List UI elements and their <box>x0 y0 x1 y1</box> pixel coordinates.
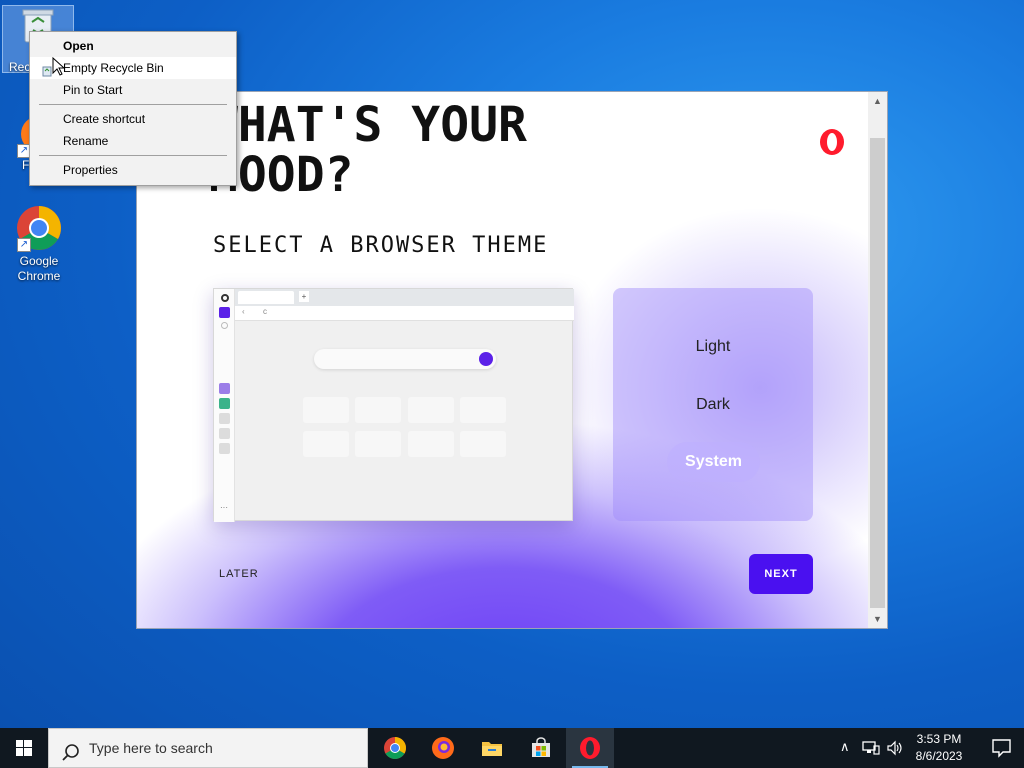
preview-speed-dial-tile <box>408 431 454 457</box>
menu-item-open[interactable]: Open <box>30 35 236 57</box>
network-icon[interactable] <box>862 740 880 756</box>
preview-back-icon: ‹ <box>242 307 245 316</box>
preview-sidebar: ··· <box>214 289 235 522</box>
preview-speed-dial-tile <box>355 397 401 423</box>
taskbar-chrome[interactable] <box>371 728 419 768</box>
preview-speed-dial-tile <box>460 397 506 423</box>
volume-icon[interactable] <box>886 740 904 756</box>
taskbar-search-box[interactable]: Type here to search <box>48 728 368 768</box>
firefox-icon <box>432 737 454 759</box>
clock-time: 3:53 PM <box>916 732 962 746</box>
opera-setup-window: WHAT'S YOUR MOOD? SELECT A BROWSER THEME… <box>136 91 888 629</box>
preview-search-button <box>479 352 493 366</box>
scroll-down-icon[interactable]: ▼ <box>868 610 887 628</box>
menu-item-create-shortcut[interactable]: Create shortcut <box>30 108 236 130</box>
scroll-up-icon[interactable]: ▲ <box>868 92 887 110</box>
microsoft-store-icon <box>532 737 550 757</box>
preview-messenger-icon <box>219 383 230 394</box>
menu-item-pin-to-start[interactable]: Pin to Start <box>30 79 236 101</box>
menu-item-label: Empty Recycle Bin <box>63 61 164 75</box>
preview-sidebar-slot <box>219 443 230 454</box>
taskbar-firefox[interactable] <box>419 728 467 768</box>
menu-item-properties[interactable]: Properties <box>30 159 236 181</box>
shortcut-arrow-icon: ↗ <box>17 238 31 252</box>
preview-speed-dial-tile <box>303 431 349 457</box>
mouse-cursor-icon <box>52 56 66 77</box>
menu-separator <box>39 155 227 156</box>
page-subtitle: SELECT A BROWSER THEME <box>213 233 549 258</box>
preview-speed-dial-tile <box>460 431 506 457</box>
preview-speed-dial-icon <box>219 307 230 318</box>
menu-item-rename[interactable]: Rename <box>30 130 236 152</box>
preview-tab-bar: + <box>235 289 574 306</box>
windows-logo-icon <box>16 740 32 756</box>
chrome-icon <box>384 737 406 759</box>
taskbar: Type here to search ∧ 3:53 PM 8/6/2023 <box>0 728 1024 768</box>
preview-sidebar-slot <box>219 413 230 424</box>
start-button[interactable] <box>0 728 48 768</box>
theme-option-dark[interactable]: Dark <box>613 396 813 414</box>
notification-icon <box>992 739 1011 758</box>
theme-option-light[interactable]: Light <box>613 338 813 356</box>
theme-option-system[interactable]: System <box>667 442 760 482</box>
taskbar-opera[interactable] <box>566 728 614 768</box>
preview-speed-dial-tile <box>408 397 454 423</box>
notification-center-button[interactable] <box>978 728 1024 768</box>
menu-separator <box>39 104 227 105</box>
taskbar-file-explorer[interactable] <box>468 728 516 768</box>
preview-more-icon: ··· <box>220 503 228 512</box>
preview-whatsapp-icon <box>219 398 230 409</box>
browser-theme-preview: ··· + ‹ c <box>213 288 574 522</box>
taskbar-microsoft-store[interactable] <box>517 728 565 768</box>
desktop-icon-google-chrome[interactable]: ↗ Google Chrome <box>4 204 74 284</box>
chrome-icon: ↗ <box>15 204 63 252</box>
clock-date: 8/6/2023 <box>915 749 963 763</box>
scrollbar-thumb[interactable] <box>870 138 885 608</box>
system-tray: ∧ <box>836 728 906 768</box>
show-hidden-icons-chevron-icon[interactable]: ∧ <box>840 739 850 755</box>
theme-selection-panel: WHAT'S YOUR MOOD? SELECT A BROWSER THEME… <box>137 92 870 628</box>
search-placeholder: Type here to search <box>89 740 213 756</box>
file-explorer-icon <box>482 742 502 756</box>
desktop-icon-label-line1: Google <box>19 254 59 268</box>
next-button[interactable]: NEXT <box>749 554 813 594</box>
later-button[interactable]: LATER <box>219 568 259 580</box>
preview-opera-icon <box>221 294 229 302</box>
opera-icon <box>580 737 600 759</box>
preview-speed-dial-tile <box>303 397 349 423</box>
context-menu: Open Empty Recycle Bin Pin to Start Crea… <box>29 31 237 186</box>
opera-logo-icon <box>818 128 846 156</box>
preview-tab <box>238 291 294 304</box>
search-icon <box>61 739 81 761</box>
vertical-scrollbar[interactable]: ▲ ▼ <box>868 92 887 628</box>
preview-search-bar <box>314 349 496 369</box>
theme-selector: Light Dark System <box>613 288 813 521</box>
preview-new-tab-icon: + <box>299 291 309 302</box>
preview-bookmark-icon <box>221 322 228 329</box>
desktop-icon-label-line2: Chrome <box>17 269 61 283</box>
taskbar-clock[interactable]: 3:53 PM 8/6/2023 <box>906 731 972 765</box>
preview-address-bar: ‹ c <box>235 306 574 321</box>
page-title: WHAT'S YOUR MOOD? <box>209 97 527 203</box>
preview-reload-icon: c <box>263 307 267 316</box>
preview-speed-dial-tile <box>355 431 401 457</box>
desktop-icon-label: Rec <box>9 60 31 74</box>
preview-sidebar-slot <box>219 428 230 439</box>
